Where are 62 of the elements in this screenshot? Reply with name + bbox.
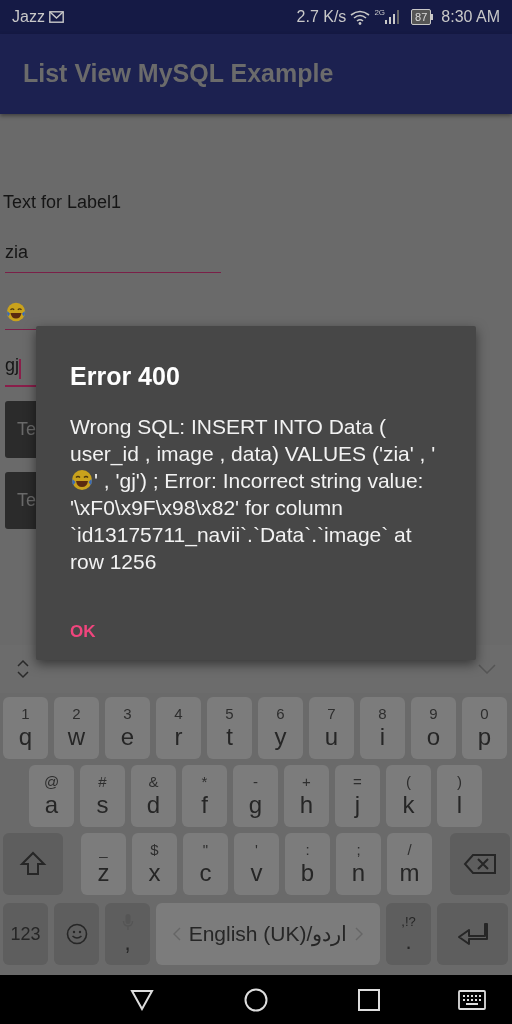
keyboard-key[interactable]: * f — [182, 765, 227, 827]
text-field[interactable]: zia — [5, 229, 221, 273]
network-speed: 2.7 K/s — [296, 7, 347, 27]
keyboard-key[interactable]: 0 p — [462, 697, 507, 759]
ok-button[interactable]: OK — [54, 616, 112, 646]
keyboard-key[interactable]: ) l — [437, 765, 482, 827]
expand-collapse-icon — [16, 658, 30, 680]
keyboard-key[interactable]: ; n — [336, 833, 381, 895]
space-key[interactable]: English (UK)/اردو — [156, 903, 380, 965]
keyboard-key[interactable]: # s — [80, 765, 125, 827]
dialog-title: Error 400 — [70, 361, 181, 392]
keyboard-key[interactable]: 9 o — [411, 697, 456, 759]
dialog-message: Wrong SQL: INSERT INTO Data ( user_id , image , data) VALUES ('zia' , ' ' , 'gj') ; Error: Incorrect string value: '\xF0\x9F\x98\x82' for column `id13175711_navii`.`Data`.`image` at row 1256 — [70, 413, 437, 575]
symbols-key[interactable]: 123 — [3, 903, 48, 965]
field-value: gj — [5, 354, 19, 377]
back-icon[interactable] — [130, 988, 154, 1011]
keyboard-icon[interactable] — [458, 989, 486, 1010]
network-type: 2G — [374, 7, 386, 19]
keyboard-key[interactable]: ( k — [386, 765, 431, 827]
backspace-key[interactable] — [450, 833, 510, 895]
enter-key[interactable] — [437, 903, 508, 965]
signal-icon — [385, 10, 400, 24]
field-value: zia — [5, 241, 28, 264]
smiley-icon — [65, 923, 88, 945]
keyboard-key[interactable]: 4 r — [156, 697, 201, 759]
period-key[interactable]: ,!? . — [386, 903, 431, 965]
mail-icon — [48, 11, 64, 23]
keyboard-key[interactable]: 3 e — [105, 697, 150, 759]
shift-icon — [19, 851, 47, 877]
laughing-face-icon — [70, 467, 94, 492]
enter-icon — [456, 922, 489, 946]
shift-key[interactable] — [3, 833, 63, 895]
chevron-down-icon — [478, 664, 496, 674]
home-icon[interactable] — [244, 987, 268, 1012]
keyboard-key[interactable]: ' v — [234, 833, 279, 895]
backspace-icon — [463, 853, 497, 875]
keyboard-key[interactable]: 2 w — [54, 697, 99, 759]
keyboard-key[interactable]: : b — [285, 833, 330, 895]
comma-key[interactable]: , — [105, 903, 150, 965]
keyboard-key[interactable]: 8 i — [360, 697, 405, 759]
wifi-icon — [350, 9, 371, 25]
keyboard-key[interactable]: 6 y — [258, 697, 303, 759]
carrier-name: Jazz — [12, 7, 45, 27]
app-title: List View MySQL Example — [23, 58, 334, 90]
keyboard-key[interactable]: 5 t — [207, 697, 252, 759]
keyboard-key[interactable]: - g — [233, 765, 278, 827]
battery-indicator: 87 — [411, 9, 432, 25]
keyboard-key[interactable]: @ a — [29, 765, 74, 827]
recent-apps-icon[interactable] — [358, 988, 380, 1011]
keyboard-key[interactable]: $ x — [132, 833, 177, 895]
keyboard-key[interactable]: + h — [284, 765, 329, 827]
keyboard-key[interactable]: = j — [335, 765, 380, 827]
keyboard-key[interactable]: / m — [387, 833, 432, 895]
keyboard-key[interactable]: 7 u — [309, 697, 354, 759]
laughing-face-icon — [5, 301, 27, 323]
emoji-key[interactable] — [54, 903, 99, 965]
form-label: Text for Label1 — [3, 191, 123, 214]
clock-time: 8:30 AM — [441, 7, 500, 27]
keyboard-key[interactable]: _ z — [81, 833, 126, 895]
keyboard-key[interactable]: " c — [183, 833, 228, 895]
keyboard-key[interactable]: & d — [131, 765, 176, 827]
keyboard-key[interactable]: 1 q — [3, 697, 48, 759]
